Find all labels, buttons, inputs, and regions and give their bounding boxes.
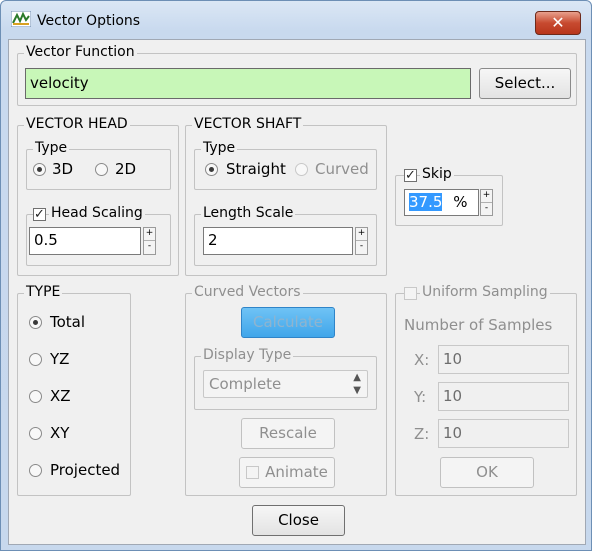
vector-options-window: Vector Options ✕ Vector Function velocit… (0, 0, 592, 551)
x-samples-input[interactable]: 10 (438, 345, 569, 374)
radio-3d[interactable] (33, 163, 46, 176)
spin-down-icon[interactable]: - (481, 203, 492, 216)
close-label: Close (278, 511, 319, 529)
vector-app-icon (11, 11, 31, 27)
curved-vectors-legend: Curved Vectors (192, 284, 303, 300)
z-samples-value: 10 (443, 424, 463, 442)
vector-function-group: Vector Function velocity Select... (17, 44, 577, 106)
head-type-legend: Type (33, 140, 70, 156)
uniform-sampling-legend: Uniform Sampling (420, 284, 550, 300)
animate-checkbox[interactable] (246, 466, 260, 479)
rescale-label: Rescale (259, 424, 317, 442)
vector-head-legend: VECTOR HEAD (24, 116, 130, 132)
radio-curved-label: Curved (315, 160, 369, 178)
ok-button[interactable]: OK (440, 457, 534, 488)
y-samples-input[interactable]: 10 (438, 382, 569, 411)
title-bar[interactable]: Vector Options ✕ (1, 1, 591, 41)
skip-group: ✓ Skip 37.5 % + - (395, 166, 503, 226)
dropdown-arrows-icon: ▲ ▼ (353, 372, 361, 396)
display-type-value: Complete (209, 375, 282, 393)
head-scaling-group: ✓ Head Scaling 0.5 + - (26, 205, 171, 266)
radio-projected[interactable] (29, 464, 42, 477)
length-scale-legend: Length Scale (201, 205, 296, 221)
checkmark-icon: ✓ (405, 168, 416, 183)
head-scaling-legend: Head Scaling (49, 205, 145, 221)
skip-unit: % (453, 193, 468, 211)
curved-vectors-group: Curved Vectors Calculate Display Type Co… (185, 284, 387, 496)
radio-xz[interactable] (29, 390, 42, 403)
radio-yz[interactable] (29, 353, 42, 366)
radio-2d-label: 2D (115, 160, 137, 178)
calculate-label: Calculate (252, 313, 324, 331)
animate-button[interactable]: Animate (239, 457, 335, 488)
type-group: TYPE Total YZ XZ XY Projected (17, 284, 131, 496)
number-of-samples-label: Number of Samples (404, 316, 553, 334)
animate-label: Animate (265, 463, 328, 481)
display-type-legend: Display Type (201, 347, 294, 363)
vector-function-legend: Vector Function (24, 44, 137, 60)
head-scaling-spinner[interactable]: + - (143, 227, 156, 255)
shaft-type-legend: Type (201, 140, 238, 156)
length-scale-spinner[interactable]: + - (355, 227, 368, 255)
length-scale-input[interactable]: 2 (203, 227, 353, 255)
radio-2d[interactable] (95, 163, 108, 176)
skip-input[interactable]: 37.5 % (404, 189, 479, 216)
spin-up-icon[interactable]: + (481, 190, 492, 203)
ok-label: OK (476, 463, 498, 481)
z-label: Z: (414, 425, 430, 443)
head-scaling-value: 0.5 (34, 231, 58, 249)
vector-function-field[interactable]: velocity (25, 68, 471, 99)
rescale-button[interactable]: Rescale (241, 418, 335, 449)
dialog-client-area: Vector Function velocity Select... VECTO… (8, 39, 586, 545)
radio-straight-label: Straight (226, 160, 286, 178)
vector-head-group: VECTOR HEAD Type 3D 2D ✓ Head Scaling 0.… (17, 116, 179, 276)
skip-legend: Skip (420, 166, 454, 182)
skip-value: 37.5 (409, 193, 443, 211)
radio-curved[interactable] (295, 163, 308, 176)
type-legend: TYPE (24, 284, 63, 300)
y-label: Y: (414, 388, 427, 406)
y-samples-value: 10 (443, 387, 463, 405)
window-title: Vector Options (37, 13, 141, 29)
radio-total-label: Total (50, 313, 86, 331)
spin-down-icon[interactable]: - (144, 241, 155, 254)
close-dialog-button[interactable]: Close (252, 505, 345, 536)
uniform-sampling-group: Uniform Sampling Number of Samples X: 10… (395, 284, 577, 496)
spin-up-icon[interactable]: + (144, 228, 155, 241)
radio-total[interactable] (29, 316, 42, 329)
display-type-select[interactable]: Complete ▲ ▼ (203, 370, 368, 398)
checkmark-icon: ✓ (34, 207, 45, 222)
window-close-button[interactable]: ✕ (535, 11, 581, 35)
skip-spinner[interactable]: + - (480, 189, 493, 216)
spin-down-icon[interactable]: - (356, 241, 367, 254)
radio-xy[interactable] (29, 427, 42, 440)
uniform-sampling-checkbox[interactable] (404, 287, 417, 300)
vector-shaft-legend: VECTOR SHAFT (192, 116, 304, 132)
select-function-button[interactable]: Select... (479, 68, 571, 99)
x-label: X: (414, 351, 430, 369)
head-scaling-input[interactable]: 0.5 (29, 227, 141, 255)
calculate-button[interactable]: Calculate (241, 307, 335, 338)
radio-xz-label: XZ (50, 387, 71, 405)
radio-straight[interactable] (205, 163, 218, 176)
length-scale-value: 2 (208, 231, 218, 249)
radio-yz-label: YZ (50, 350, 70, 368)
close-icon: ✕ (551, 13, 565, 32)
skip-checkbox[interactable]: ✓ (404, 169, 417, 182)
vector-shaft-group: VECTOR SHAFT Type Straight Curved Length… (185, 116, 387, 276)
z-samples-input[interactable]: 10 (438, 419, 569, 448)
x-samples-value: 10 (443, 350, 463, 368)
length-scale-group: Length Scale 2 + - (194, 205, 377, 266)
shaft-type-group: Type Straight Curved (194, 140, 377, 190)
spin-up-icon[interactable]: + (356, 228, 367, 241)
radio-xy-label: XY (50, 424, 70, 442)
radio-3d-label: 3D (52, 160, 74, 178)
display-type-group: Display Type Complete ▲ ▼ (194, 347, 377, 410)
head-scaling-checkbox[interactable]: ✓ (33, 208, 46, 221)
radio-projected-label: Projected (50, 461, 121, 479)
vector-function-value: velocity (30, 74, 89, 92)
head-type-group: Type 3D 2D (26, 140, 171, 190)
select-button-label: Select... (494, 74, 556, 92)
